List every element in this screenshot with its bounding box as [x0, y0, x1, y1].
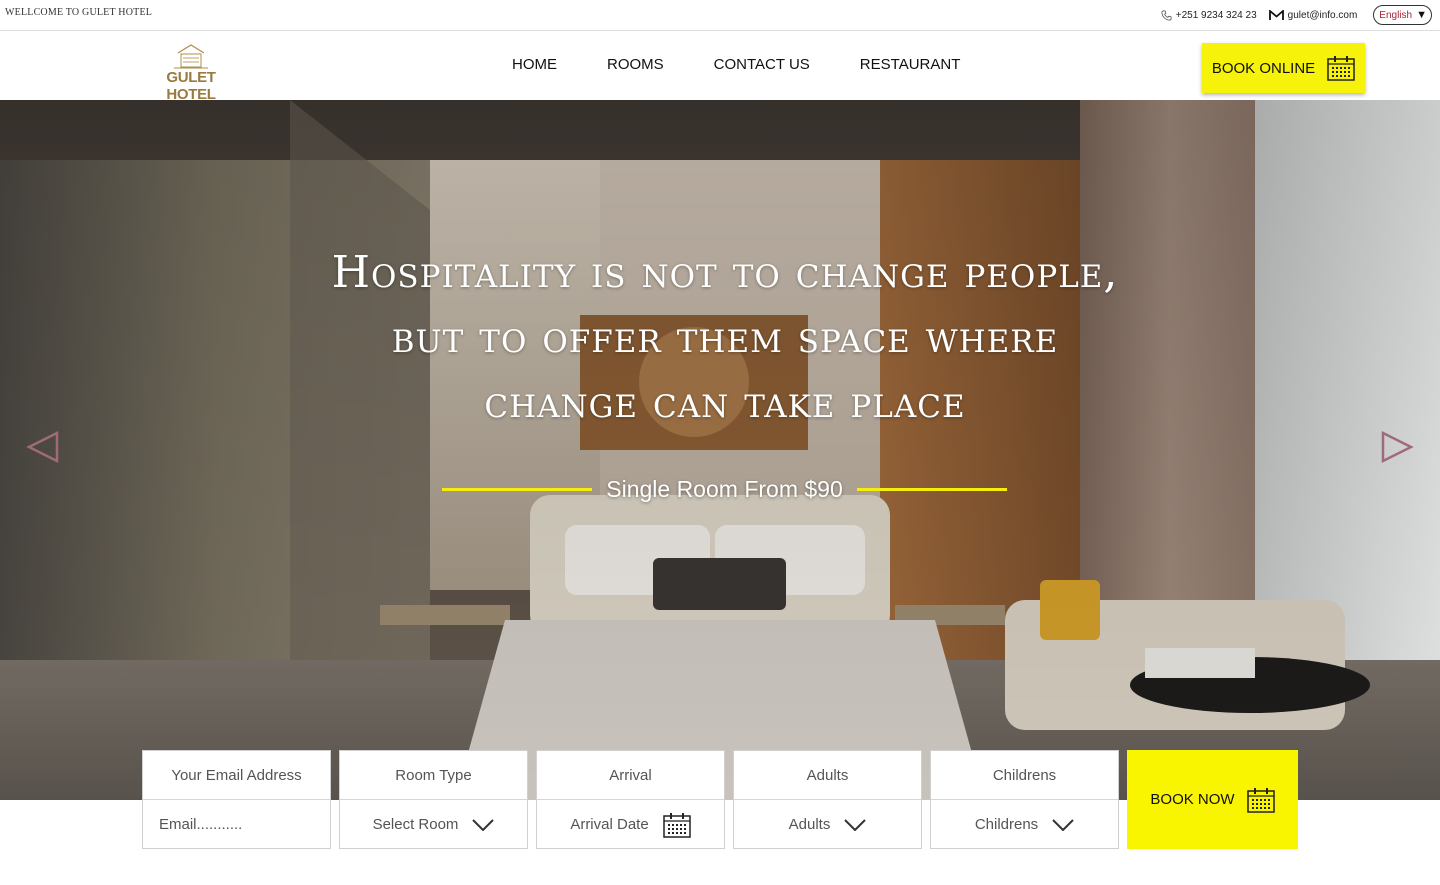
book-now-button[interactable]: BOOK NOW — [1127, 750, 1298, 849]
email-contact[interactable]: gulet@info.com — [1268, 9, 1358, 21]
welcome-text: WELLCOME TO GULET HOTEL — [5, 7, 153, 18]
book-online-label: BOOK ONLINE — [1211, 59, 1316, 77]
book-now-label: BOOK NOW — [1150, 791, 1235, 808]
nav-restaurant[interactable]: RESTAURANT — [860, 56, 961, 73]
divider-line-right — [856, 487, 1007, 491]
chevron-down-icon — [472, 818, 495, 831]
childrens-label: Childrens — [931, 751, 1118, 800]
childrens-value: Childrens — [974, 816, 1039, 833]
room-type-select[interactable]: Select Room — [340, 800, 527, 849]
email-address: gulet@info.com — [1287, 9, 1358, 21]
adults-select[interactable]: Adults — [734, 800, 921, 849]
book-online-button[interactable]: BOOK ONLINE — [1202, 43, 1365, 93]
quote-line-2: but to offer them space where — [391, 312, 1059, 363]
hotel-logo[interactable]: GULET HOTEL — [148, 43, 234, 103]
adults-value: Adults — [788, 816, 831, 833]
language-select[interactable]: English ▼ — [1373, 5, 1432, 25]
main-nav: HOME ROOMS CONTACT US RESTAURANT — [512, 56, 1010, 73]
room-type-field-group: Room Type Select Room — [339, 750, 528, 849]
phone-number: +251 9234 324 23 — [1175, 9, 1257, 21]
room-type-value: Select Room — [372, 816, 459, 833]
nav-contact-us[interactable]: CONTACT US — [714, 56, 810, 73]
logo-building-icon — [174, 44, 208, 69]
room-type-label: Room Type — [340, 751, 527, 800]
adults-label: Adults — [734, 751, 921, 800]
arrival-label: Arrival — [537, 751, 724, 800]
hero-room-image — [0, 100, 1440, 800]
childrens-field-group: Childrens Childrens — [930, 750, 1119, 849]
price-banner: Single Room From $90 — [426, 474, 1023, 504]
mail-icon — [1268, 9, 1284, 20]
email-field[interactable]: Email........... — [143, 800, 330, 849]
main-header: GULET HOTEL HOME ROOMS CONTACT US RESTAU… — [0, 31, 1440, 103]
nav-rooms[interactable]: ROOMS — [607, 56, 664, 73]
language-label: English — [1379, 9, 1413, 21]
dropdown-triangle-icon: ▼ — [1416, 9, 1427, 21]
childrens-select[interactable]: Childrens — [931, 800, 1118, 849]
arrow-right-icon[interactable] — [1380, 430, 1414, 464]
calendar-icon — [1327, 56, 1355, 81]
arrival-date-picker[interactable]: Arrival Date — [537, 800, 724, 849]
calendar-icon — [662, 812, 691, 838]
chevron-down-icon — [1052, 818, 1074, 831]
nav-home[interactable]: HOME — [512, 56, 557, 73]
top-bar: WELLCOME TO GULET HOTEL +251 9234 324 23… — [0, 0, 1440, 31]
phone-icon — [1161, 10, 1172, 20]
calendar-icon — [1246, 787, 1275, 813]
divider-line-left — [442, 487, 593, 491]
arrival-date-value: Arrival Date — [570, 816, 649, 833]
chevron-down-icon — [844, 818, 867, 831]
logo-text: GULET HOTEL — [166, 69, 216, 103]
contact-info: +251 9234 324 23 gulet@info.com English … — [1161, 5, 1432, 25]
hero-quote: Hospitality is not to change people, but… — [198, 240, 1252, 435]
phone-contact[interactable]: +251 9234 324 23 — [1161, 10, 1257, 21]
adults-field-group: Adults Adults — [733, 750, 922, 849]
price-text: Single Room From $90 — [606, 475, 843, 502]
email-field-group: Your Email Address Email........... — [142, 750, 331, 849]
quote-line-1: Hospitality is not to change people, — [331, 247, 1119, 298]
email-label: Your Email Address — [143, 751, 330, 800]
hero-slider: Hospitality is not to change people, but… — [0, 100, 1440, 800]
arrival-field-group: Arrival Arrival Date — [536, 750, 725, 849]
email-placeholder: Email........... — [159, 816, 243, 833]
arrow-left-icon[interactable] — [26, 430, 60, 464]
quote-line-3: change can take place — [484, 377, 966, 428]
